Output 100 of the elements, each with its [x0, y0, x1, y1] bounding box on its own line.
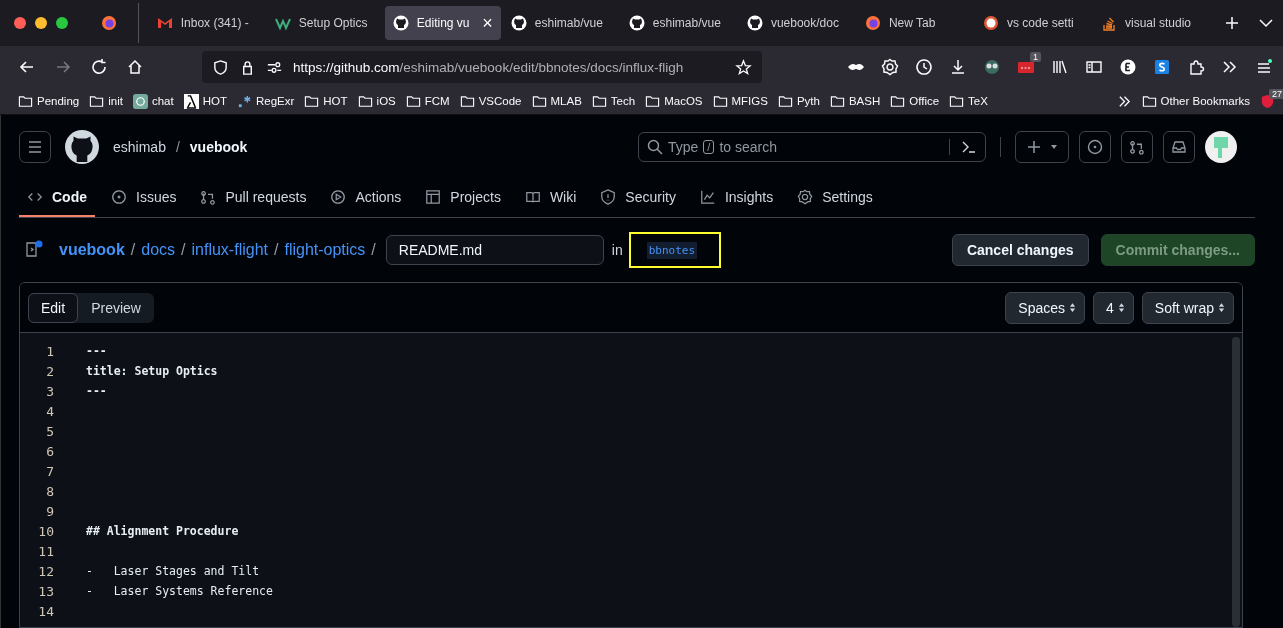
- commit-button[interactable]: Commit changes...: [1100, 234, 1255, 266]
- scrollbar[interactable]: [1232, 337, 1240, 627]
- close-icon[interactable]: ×: [482, 14, 493, 32]
- bookmark[interactable]: Office: [890, 93, 940, 109]
- breadcrumb-link[interactable]: docs: [141, 241, 176, 259]
- breadcrumb-link[interactable]: influx-flight: [191, 241, 268, 259]
- nav-tab[interactable]: Actions: [322, 179, 410, 217]
- browser-tab[interactable]: eshimab/vue: [502, 6, 619, 40]
- count-badge: 1: [1030, 52, 1041, 62]
- cat-logo-icon[interactable]: [65, 130, 99, 164]
- new-tab-icon[interactable]: [1223, 14, 1241, 32]
- code-line: - Laser Stages and Tilt: [86, 564, 260, 578]
- breadcrumb-link[interactable]: flight-optics: [284, 241, 366, 259]
- pull-request-icon: [1129, 139, 1145, 155]
- reload-icon[interactable]: [90, 58, 108, 76]
- goggles-icon[interactable]: [983, 58, 1001, 76]
- nav-tab[interactable]: Security: [592, 179, 684, 217]
- bookmark[interactable]: init: [89, 93, 123, 109]
- line-number: 12: [37, 563, 54, 579]
- cancel-button[interactable]: Cancel changes: [951, 234, 1089, 266]
- bookmark[interactable]: HOT: [304, 93, 348, 109]
- code-line: ---: [86, 384, 107, 398]
- circle-icon[interactable]: [1119, 58, 1137, 76]
- bookmark[interactable]: chat: [132, 93, 174, 109]
- firefox-icon: [100, 15, 117, 31]
- browser-tab[interactable]: Editing vu ×: [384, 6, 501, 40]
- close-window-icon[interactable]: [14, 17, 26, 29]
- minimize-window-icon[interactable]: [35, 17, 47, 29]
- folder-icon: [531, 93, 547, 109]
- menu-icon[interactable]: [1255, 58, 1273, 76]
- mode-tab[interactable]: Edit: [28, 292, 79, 323]
- folder-icon: [645, 93, 661, 109]
- puzzle-icon[interactable]: [1187, 58, 1205, 76]
- repo-link[interactable]: vuebook: [189, 139, 248, 155]
- bookmark[interactable]: TeX: [949, 93, 988, 109]
- nav-tab[interactable]: Insights: [691, 179, 782, 217]
- bookmark[interactable]: MacOS: [645, 93, 703, 109]
- bookmark[interactable]: VSCode: [459, 93, 522, 109]
- cat-logo-icon: [628, 15, 645, 31]
- indent-mode-select[interactable]: Spaces: [1005, 291, 1086, 324]
- address-bar[interactable]: https://github.com/eshimab/vuebook/edit/bbnotes/docs/influx-fligh: [202, 51, 762, 83]
- terminal-icon[interactable]: [961, 139, 977, 155]
- browser-tab[interactable]: New Tab: [856, 6, 973, 40]
- breadcrumb-link[interactable]: vuebook: [59, 241, 125, 259]
- branch-name[interactable]: bbnotes: [646, 241, 698, 259]
- inbox-button[interactable]: [1163, 131, 1195, 163]
- settings-icon[interactable]: [881, 58, 899, 76]
- sidebar-icon[interactable]: [1085, 58, 1103, 76]
- browser-tab[interactable]: vs code setti: [974, 6, 1091, 40]
- star-icon[interactable]: [735, 58, 752, 76]
- line-number: 13: [37, 583, 54, 599]
- bookmark[interactable]: MLAB: [531, 93, 582, 109]
- indent-size-select[interactable]: 4: [1093, 291, 1134, 324]
- create-button[interactable]: [1015, 131, 1069, 163]
- bookmark[interactable]: iOS: [357, 93, 396, 109]
- line-number: 4: [45, 403, 54, 419]
- library-icon[interactable]: [1051, 58, 1069, 76]
- filename-field[interactable]: README.md: [385, 235, 604, 265]
- bookmark[interactable]: FCM: [405, 93, 450, 109]
- nav-tab[interactable]: Code: [19, 179, 95, 217]
- home-icon[interactable]: [126, 58, 144, 76]
- nav-tab[interactable]: Settings: [789, 179, 881, 217]
- browser-tab[interactable]: Setup Optics: [266, 6, 383, 40]
- browser-tab[interactable]: eshimab/vue: [620, 6, 737, 40]
- nav-tab[interactable]: Pull requests: [192, 179, 315, 217]
- shield-icon: [212, 58, 229, 76]
- bookmark[interactable]: Pyth: [777, 93, 820, 109]
- square-icon[interactable]: [1153, 58, 1171, 76]
- search-field[interactable]: Type / to search: [638, 132, 986, 162]
- menu-button[interactable]: [19, 131, 51, 163]
- nav-tab[interactable]: Issues: [103, 179, 185, 217]
- nav-tab[interactable]: Wiki: [516, 179, 585, 217]
- mode-tab[interactable]: Preview: [78, 292, 154, 323]
- sort-icon: [1069, 302, 1077, 313]
- nav-icon: [330, 189, 347, 205]
- maximize-window-icon[interactable]: [56, 17, 68, 29]
- download-icon[interactable]: [949, 58, 967, 76]
- separator: /: [175, 139, 180, 155]
- wrap-mode-select[interactable]: Soft wrap: [1141, 291, 1234, 324]
- avatar[interactable]: [1205, 131, 1237, 163]
- folder-icon: [1141, 93, 1157, 109]
- bookmark[interactable]: HOT: [183, 93, 227, 109]
- browser-tab[interactable]: Inbox (341) -: [148, 6, 265, 40]
- owner-link[interactable]: eshimab: [113, 139, 166, 155]
- bookmark[interactable]: Other Bookmarks: [1141, 93, 1250, 109]
- bookmark[interactable]: Pending: [18, 93, 80, 109]
- pull-requests-button[interactable]: [1121, 131, 1153, 163]
- bookmark[interactable]: BASH: [829, 93, 881, 109]
- clock-icon[interactable]: [915, 58, 933, 76]
- cat-logo-icon: [392, 15, 409, 31]
- line-number: 3: [45, 383, 54, 399]
- folder-icon: [304, 93, 320, 109]
- bookmark[interactable]: MFIGS: [712, 93, 768, 109]
- browser-tab[interactable]: vuebook/doc: [738, 6, 855, 40]
- bookmark[interactable]: Tech: [591, 93, 636, 109]
- folder-icon: [777, 93, 793, 109]
- bookmark[interactable]: RegExr: [236, 93, 295, 109]
- browser-tab[interactable]: visual studio: [1093, 6, 1209, 40]
- issues-button[interactable]: [1079, 131, 1111, 163]
- nav-tab[interactable]: Projects: [417, 179, 509, 217]
